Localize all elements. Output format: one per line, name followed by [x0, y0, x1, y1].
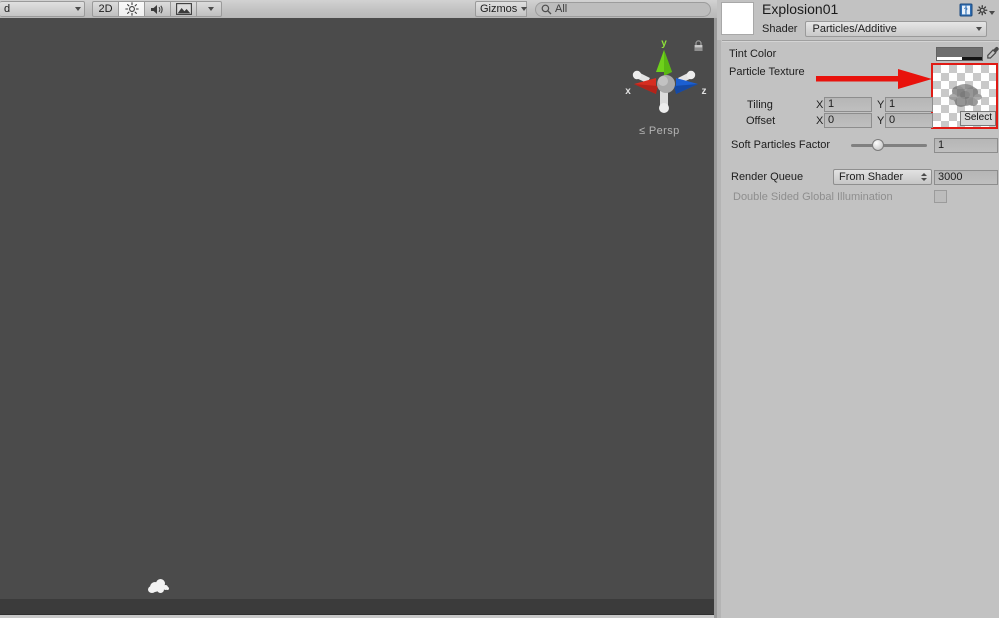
help-book-icon[interactable]: ? — [959, 3, 973, 17]
inspector-left-rail — [717, 40, 721, 618]
offset-y-axis-label: Y — [877, 115, 885, 127]
scene-view-panel: d 2D Gizmos All y x z ≤ Persp — [0, 0, 717, 618]
search-icon — [541, 4, 552, 14]
tiling-y-axis-label: Y — [877, 99, 885, 111]
tint-color-fill — [937, 48, 982, 57]
soft-particles-slider-track[interactable] — [851, 144, 927, 147]
draw-mode-dropdown[interactable]: d — [0, 1, 85, 17]
svg-text:y: y — [661, 38, 667, 49]
offset-label: Offset — [746, 115, 776, 127]
draw-mode-label: d — [4, 3, 11, 15]
unity-editor-window: d 2D Gizmos All y x z ≤ Persp Explosion0… — [0, 0, 999, 618]
shader-row: Shader Particles/Additive — [717, 20, 999, 38]
svg-text:?: ? — [964, 7, 968, 14]
soft-particles-factor-label: Soft Particles Factor — [731, 139, 831, 151]
chevron-down-icon — [976, 27, 983, 31]
scene-status-bar — [0, 599, 714, 615]
toggle-lighting-button[interactable] — [119, 1, 145, 17]
render-queue-mode-value: From Shader — [839, 171, 904, 183]
eyedropper-icon[interactable] — [986, 46, 999, 61]
soft-particles-value-input[interactable]: 1 — [934, 138, 998, 153]
perspective-prefix: ≤ — [639, 125, 646, 137]
material-name: Explosion01 — [762, 1, 839, 17]
tiling-x-input[interactable]: 1 — [824, 97, 872, 112]
scene-toolbar: d 2D Gizmos All — [0, 0, 717, 19]
particle-texture-slot[interactable]: Select — [931, 63, 998, 129]
speaker-icon — [151, 4, 163, 14]
gizmos-label: Gizmos — [480, 3, 518, 15]
header-divider-highlight — [722, 41, 999, 42]
offset-x-input[interactable]: 0 — [824, 113, 872, 128]
svg-text:x: x — [625, 86, 631, 97]
scene-viewport[interactable]: y x z ≤ Persp — [0, 18, 717, 599]
toggle-2d-button[interactable]: 2D — [92, 1, 119, 17]
chevron-down-icon — [521, 7, 528, 11]
sun-icon — [124, 2, 139, 16]
toggle-image-effects-button[interactable] — [171, 1, 197, 17]
lock-icon[interactable] — [693, 40, 704, 52]
soft-particles-slider-handle[interactable] — [872, 139, 884, 151]
texture-select-button[interactable]: Select — [960, 111, 996, 126]
particle-texture-label: Particle Texture — [729, 66, 805, 78]
shader-label: Shader — [762, 23, 798, 35]
perspective-label[interactable]: ≤ Persp — [639, 125, 680, 137]
offset-x-axis-label: X — [816, 115, 824, 127]
chevron-down-icon — [208, 7, 214, 11]
tiling-label: Tiling — [747, 99, 773, 111]
perspective-text: Persp — [648, 125, 680, 137]
tiling-x-axis-label: X — [816, 99, 824, 111]
image-effects-icon — [175, 3, 192, 15]
offset-y-input[interactable]: 0 — [885, 113, 933, 128]
inspector-settings-menu[interactable] — [977, 3, 995, 17]
search-input[interactable]: All — [535, 1, 711, 17]
toggle-2d-label: 2D — [98, 3, 113, 15]
tint-color-label: Tint Color — [729, 48, 777, 60]
render-queue-label: Render Queue — [731, 171, 804, 183]
tint-color-swatch[interactable] — [936, 47, 983, 61]
material-header: Explosion01 ? Shader Particles/Additive — [717, 0, 999, 38]
svg-text:z: z — [702, 86, 707, 97]
image-effects-dropdown[interactable] — [197, 1, 222, 17]
double-sided-gi-checkbox — [934, 190, 947, 203]
shader-dropdown[interactable]: Particles/Additive — [805, 21, 988, 37]
chevron-down-icon — [75, 7, 81, 11]
tiling-y-input[interactable]: 1 — [885, 97, 933, 112]
render-queue-value-input[interactable]: 3000 — [934, 170, 998, 185]
toggle-audio-button[interactable] — [145, 1, 171, 17]
chevron-down-icon — [989, 10, 995, 15]
tint-alpha-bar — [937, 57, 982, 60]
shader-value: Particles/Additive — [812, 23, 897, 35]
render-queue-mode-dropdown[interactable]: From Shader — [833, 169, 932, 185]
stepper-arrows-icon — [921, 173, 927, 181]
search-text: All — [555, 3, 568, 15]
gear-icon — [977, 4, 988, 15]
explosion-particle-object[interactable] — [148, 578, 170, 598]
double-sided-gi-label: Double Sided Global Illumination — [733, 191, 893, 203]
gizmos-dropdown[interactable]: Gizmos — [475, 1, 528, 17]
